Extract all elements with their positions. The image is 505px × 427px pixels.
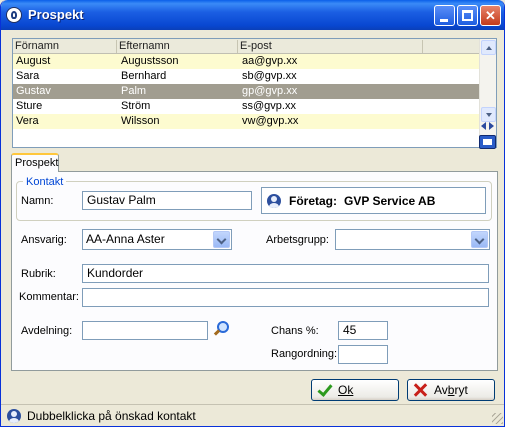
avdelning-field[interactable]: [82, 321, 208, 340]
scroll-up-icon[interactable]: [481, 40, 496, 55]
minimize-button[interactable]: [434, 5, 455, 26]
ansvarig-label: Ansvarig:: [21, 234, 67, 246]
status-bar: Dubbelklicka på önskad kontakt: [1, 404, 504, 426]
kommentar-label: Kommentar:: [19, 291, 79, 303]
arbetsgrupp-select[interactable]: [335, 229, 490, 250]
cell-efternamn: Bernhard: [121, 70, 167, 82]
close-button[interactable]: ✕: [480, 5, 501, 26]
kontakt-legend: Kontakt: [23, 176, 67, 188]
prospekt-window: Prospekt ✕ Förnamn Efternamn E-post Augu…: [0, 0, 505, 427]
cell-efternamn: Augustsson: [121, 55, 179, 67]
rubrik-field[interactable]: Kundorder: [82, 264, 489, 283]
foretag-label: Företag:: [289, 194, 337, 208]
resize-grip-icon[interactable]: [492, 413, 503, 424]
ansvarig-value: AA-Anna Aster: [86, 232, 165, 246]
cell-fornamn: Gustav: [16, 85, 51, 97]
maximize-button[interactable]: [457, 5, 478, 26]
cell-epost: vw@gvp.xx: [242, 115, 299, 127]
export-icon[interactable]: [479, 135, 496, 149]
rangordning-label: Rangordning:: [271, 348, 338, 360]
cell-efternamn: Wilsson: [121, 115, 160, 127]
person-icon: [267, 194, 281, 208]
rangordning-field[interactable]: [338, 345, 388, 364]
cancel-label-post: ryt: [454, 383, 468, 397]
scroll-down-icon[interactable]: [481, 107, 496, 122]
app-icon[interactable]: [6, 7, 22, 23]
title-bar[interactable]: Prospekt ✕: [1, 0, 504, 30]
grid-header: Förnamn Efternamn E-post: [13, 39, 479, 54]
record-navigator[interactable]: [479, 122, 496, 133]
status-text: Dubbelklicka på önskad kontakt: [27, 409, 196, 423]
ok-label: Ok: [338, 383, 354, 397]
cell-efternamn: Ström: [121, 100, 151, 112]
chans-label: Chans %:: [271, 325, 319, 337]
column-header-fornamn[interactable]: Förnamn: [13, 40, 117, 53]
table-row[interactable]: Sture Ström ss@gvp.xx: [13, 99, 479, 114]
column-header-spacer: [423, 40, 479, 53]
close-icon: [412, 382, 428, 398]
chans-field[interactable]: 45: [338, 321, 388, 340]
namn-label: Namn:: [21, 195, 54, 207]
contact-grid[interactable]: Förnamn Efternamn E-post August Augustss…: [12, 38, 497, 148]
cancel-label-pre: Av: [434, 383, 448, 397]
arrow-left-icon[interactable]: [481, 122, 486, 130]
cell-epost: gp@gvp.xx: [242, 85, 298, 97]
table-row[interactable]: Sara Bernhard sb@gvp.xx: [13, 69, 479, 84]
cell-epost: ss@gvp.xx: [242, 100, 296, 112]
namn-field[interactable]: Gustav Palm: [82, 191, 252, 210]
cell-efternamn: Palm: [121, 85, 147, 97]
tab-prospekt[interactable]: Prospekt: [11, 153, 59, 172]
check-icon: [316, 382, 332, 398]
ok-button[interactable]: Ok: [311, 379, 399, 401]
company-box[interactable]: Företag: GVP Service AB: [261, 187, 486, 214]
cell-epost: sb@gvp.xx: [242, 70, 297, 82]
cancel-label: Avbryt: [434, 380, 468, 400]
avdelning-label: Avdelning:: [21, 325, 73, 337]
chevron-down-icon[interactable]: [471, 231, 488, 248]
cell-fornamn: Sture: [16, 100, 43, 112]
table-row[interactable]: August Augustsson aa@gvp.xx: [13, 54, 479, 69]
window-title: Prospekt: [28, 7, 84, 22]
person-icon: [7, 409, 21, 423]
column-header-efternamn[interactable]: Efternamn: [117, 40, 238, 53]
search-icon[interactable]: [213, 320, 229, 336]
foretag-value: GVP Service AB: [344, 194, 436, 208]
cell-fornamn: Sara: [16, 70, 40, 82]
kommentar-field[interactable]: [82, 288, 489, 307]
cell-epost: aa@gvp.xx: [242, 55, 298, 67]
ansvarig-select[interactable]: AA-Anna Aster: [82, 229, 232, 250]
chevron-down-icon[interactable]: [213, 231, 230, 248]
cell-fornamn: Vera: [16, 115, 39, 127]
rubrik-label: Rubrik:: [21, 268, 56, 280]
cell-fornamn: August: [16, 55, 51, 67]
close-icon: ✕: [485, 8, 496, 23]
table-row[interactable]: Vera Wilsson vw@gvp.xx: [13, 114, 479, 129]
table-row-selected[interactable]: Gustav Palm gp@gvp.xx: [13, 84, 479, 99]
arbetsgrupp-label: Arbetsgrupp:: [266, 234, 329, 246]
column-header-epost[interactable]: E-post: [238, 40, 423, 53]
cancel-button[interactable]: Avbryt: [407, 379, 495, 401]
arrow-right-icon[interactable]: [489, 122, 494, 130]
